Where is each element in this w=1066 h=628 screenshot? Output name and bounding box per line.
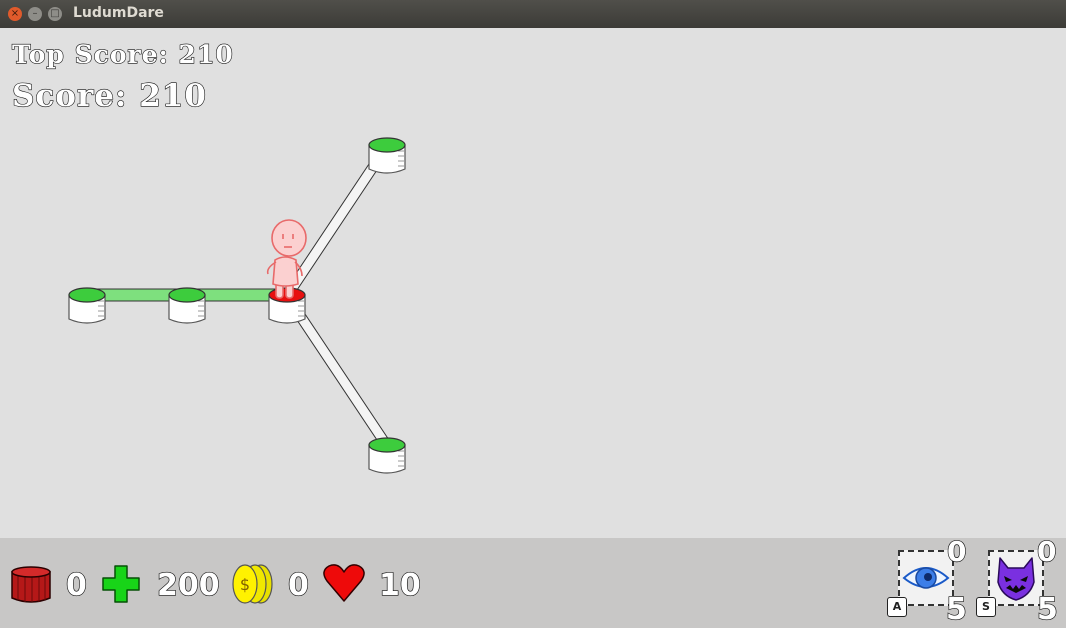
eye-ability-charges: 0 — [946, 535, 967, 568]
game-stage — [68, 137, 406, 474]
coin-count: 0 — [287, 568, 309, 603]
eye-ability-count: 5 — [945, 592, 967, 627]
health-plus-count: 200 — [156, 568, 220, 603]
game-window: × – □ LudumDare Top Score: 210 Score: 21… — [0, 0, 1066, 628]
demon-ability-card[interactable] — [988, 550, 1044, 606]
barrel-icon — [11, 566, 51, 603]
pad-left[interactable] — [68, 287, 106, 324]
svg-text:$: $ — [240, 575, 250, 594]
eye-icon — [902, 567, 950, 589]
plus-icon — [102, 565, 140, 603]
demon-ability-count: 5 — [1036, 592, 1058, 627]
game-canvas[interactable]: Top Score: 210 Score: 210 — [0, 28, 1066, 538]
barrel-count: 0 — [65, 568, 87, 603]
hud-bar: 0 200 $ 0 10 0 A 5 0 S 5 — [0, 535, 1066, 628]
heart-icon — [323, 564, 365, 602]
close-window-button[interactable]: × — [8, 7, 22, 21]
pad-middle[interactable] — [168, 287, 206, 324]
demon-ability-charges: 0 — [1036, 535, 1057, 568]
pad-upper[interactable] — [368, 137, 406, 174]
window-title: LudumDare — [73, 5, 164, 21]
pad-lower[interactable] — [368, 437, 406, 474]
minimize-window-button[interactable]: – — [28, 7, 42, 21]
coins-icon: $ — [232, 564, 273, 604]
demon-mask-icon — [997, 557, 1035, 601]
player-character — [266, 219, 307, 299]
title-bar: × – □ LudumDare — [0, 0, 1066, 29]
lives-count: 10 — [378, 568, 421, 603]
maximize-window-button[interactable]: □ — [48, 7, 62, 21]
eye-ability-key: A — [887, 597, 907, 617]
demon-ability-key: S — [976, 597, 996, 617]
